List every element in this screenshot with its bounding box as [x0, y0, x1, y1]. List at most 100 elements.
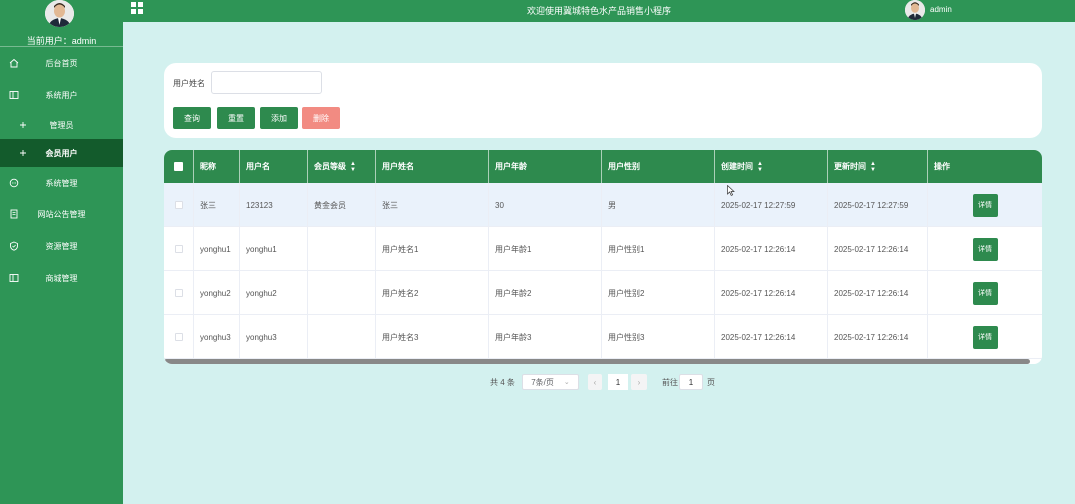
sort-icon[interactable]: ▲ ▼ [870, 161, 876, 173]
query-button[interactable]: 查询 [173, 107, 211, 129]
sidebar-item-home[interactable]: 后台首页 [0, 49, 123, 77]
cell-gender: 用户性别2 [602, 271, 715, 315]
chevron-down-icon: ⌄ [563, 379, 570, 386]
cell-created: 2025-02-17 12:26:14 [715, 315, 828, 359]
column-header-age: 用户年龄 [489, 150, 602, 183]
header-username[interactable]: admin [930, 5, 952, 14]
cell-username: yonghu3 [240, 315, 308, 359]
sidebar-item-label: 网站公告管理 [37, 209, 86, 219]
chevron-left-icon: ‹ [593, 377, 597, 387]
sidebar-item-label: 会员用户 [45, 148, 78, 158]
sidebar-item-mall[interactable]: 商城管理 [0, 264, 123, 292]
row-checkbox[interactable] [174, 333, 183, 341]
cell-name: 张三 [376, 183, 489, 227]
next-page-button[interactable]: › [631, 374, 647, 390]
page-size-value: 7条/页 [531, 377, 554, 387]
table-header: 昵称 用户名 会员等级 ▲ ▼ 用户姓名 用户年龄 用户性别 创建时间 ▲ ▼ 更新时间… [164, 150, 1042, 183]
column-header-name: 用户姓名 [376, 150, 489, 183]
column-header-username: 用户名 [240, 150, 308, 183]
sidebar-item-system-management[interactable]: 系统管理 [0, 169, 123, 197]
table-row: yonghu2 yonghu2 用户姓名2 用户年龄2 用户性别2 2025-0… [164, 271, 1042, 315]
cell-gender: 男 [602, 183, 715, 227]
table-row: yonghu3 yonghu3 用户姓名3 用户年龄3 用户性别3 2025-0… [164, 315, 1042, 359]
cell-gender: 用户性别1 [602, 227, 715, 271]
column-header-nickname: 昵称 [194, 150, 240, 183]
row-checkbox[interactable] [174, 201, 183, 209]
sidebar-profile: 当前用户：admin [0, 0, 123, 47]
cell-age: 30 [489, 183, 602, 227]
row-checkbox[interactable] [174, 245, 183, 253]
detail-button[interactable]: 详情 [972, 281, 998, 305]
sort-icon[interactable]: ▲ ▼ [350, 161, 356, 173]
detail-button[interactable]: 详情 [972, 237, 998, 261]
table-row: yonghu1 yonghu1 用户姓名1 用户年龄1 用户性别1 2025-0… [164, 227, 1042, 271]
sidebar-item-label: 管理员 [49, 120, 74, 130]
search-label: 用户姓名 [173, 79, 205, 88]
sidebar-item-announcements[interactable]: 网站公告管理 [0, 200, 123, 228]
sidebar-item-resources[interactable]: 资源管理 [0, 232, 123, 260]
sidebar-item-member-users[interactable]: 会员用户 [0, 139, 123, 167]
search-input[interactable] [211, 71, 322, 94]
cell-age: 用户年龄3 [489, 315, 602, 359]
cell-username: yonghu2 [240, 271, 308, 315]
reset-button[interactable]: 重置 [217, 107, 255, 129]
column-header-level[interactable]: 会员等级 ▲ ▼ [308, 150, 376, 183]
cell-age: 用户年龄1 [489, 227, 602, 271]
cell-gender: 用户性别3 [602, 315, 715, 359]
page-number[interactable]: 1 [608, 374, 628, 390]
row-checkbox[interactable] [174, 289, 183, 297]
sidebar-item-label: 后台首页 [45, 58, 78, 68]
cell-level [308, 227, 376, 271]
cell-age: 用户年龄2 [489, 271, 602, 315]
sidebar: 当前用户：admin 后台首页 系统用户 管理员 会员用户 系统管理 网站公告管… [0, 0, 123, 504]
cell-updated: 2025-02-17 12:26:14 [828, 315, 928, 359]
detail-button[interactable]: 详情 [972, 325, 998, 349]
chevron-right-icon: › [637, 377, 641, 387]
cell-nickname: 张三 [194, 183, 240, 227]
current-user-label: 当前用户：admin [26, 36, 97, 46]
sidebar-item-label: 商城管理 [45, 273, 78, 283]
avatar[interactable] [905, 0, 925, 20]
goto-page-input[interactable]: 1 [679, 374, 703, 390]
cell-level [308, 315, 376, 359]
horizontal-scrollbar[interactable] [164, 359, 1030, 364]
search-panel: 用户姓名 查询 重置 添加 删除 [164, 63, 1042, 138]
sidebar-item-admin[interactable]: 管理员 [0, 111, 123, 139]
cell-updated: 2025-02-17 12:26:14 [828, 271, 928, 315]
cell-username: 123123 [240, 183, 308, 227]
cell-level: 黄金会员 [308, 183, 376, 227]
data-table: 昵称 用户名 会员等级 ▲ ▼ 用户姓名 用户年龄 用户性别 创建时间 ▲ ▼ 更新时间… [164, 150, 1042, 364]
cell-nickname: yonghu2 [194, 271, 240, 315]
sort-icon[interactable]: ▲ ▼ [757, 161, 763, 173]
select-all-cell [164, 150, 194, 183]
cell-created: 2025-02-17 12:26:14 [715, 271, 828, 315]
cell-nickname: yonghu3 [194, 315, 240, 359]
detail-button[interactable]: 详情 [972, 193, 998, 217]
column-header-created[interactable]: 创建时间 ▲ ▼ [715, 150, 828, 183]
sidebar-item-system-users[interactable]: 系统用户 [0, 81, 123, 109]
top-bar: 欢迎使用冀城特色水产品销售小程序 admin [123, 0, 1075, 22]
avatar [45, 0, 74, 27]
cell-name: 用户姓名3 [376, 315, 489, 359]
prev-page-button[interactable]: ‹ [588, 374, 602, 390]
cell-nickname: yonghu1 [194, 227, 240, 271]
goto-label: 前往 [662, 378, 678, 387]
column-header-updated[interactable]: 更新时间 ▲ ▼ [828, 150, 928, 183]
page-size-select[interactable]: 7条/页 ⌄ [522, 374, 579, 390]
cell-updated: 2025-02-17 12:27:59 [828, 183, 928, 227]
sidebar-item-label: 资源管理 [45, 241, 78, 251]
delete-button[interactable]: 删除 [302, 107, 340, 129]
table-row: 张三 123123 黄金会员 张三 30 男 2025-02-17 12:27:… [164, 183, 1042, 227]
column-header-gender: 用户性别 [602, 150, 715, 183]
add-button[interactable]: 添加 [260, 107, 298, 129]
select-all-checkbox[interactable] [174, 162, 183, 171]
column-header-action: 操作 [934, 162, 950, 171]
sidebar-item-label: 系统管理 [45, 178, 78, 188]
goto-suffix: 页 [707, 378, 715, 387]
sidebar-item-label: 系统用户 [45, 90, 78, 100]
cell-name: 用户姓名1 [376, 227, 489, 271]
cell-level [308, 271, 376, 315]
cell-username: yonghu1 [240, 227, 308, 271]
pagination-total: 共 4 条 [490, 378, 515, 387]
cell-created: 2025-02-17 12:26:14 [715, 227, 828, 271]
